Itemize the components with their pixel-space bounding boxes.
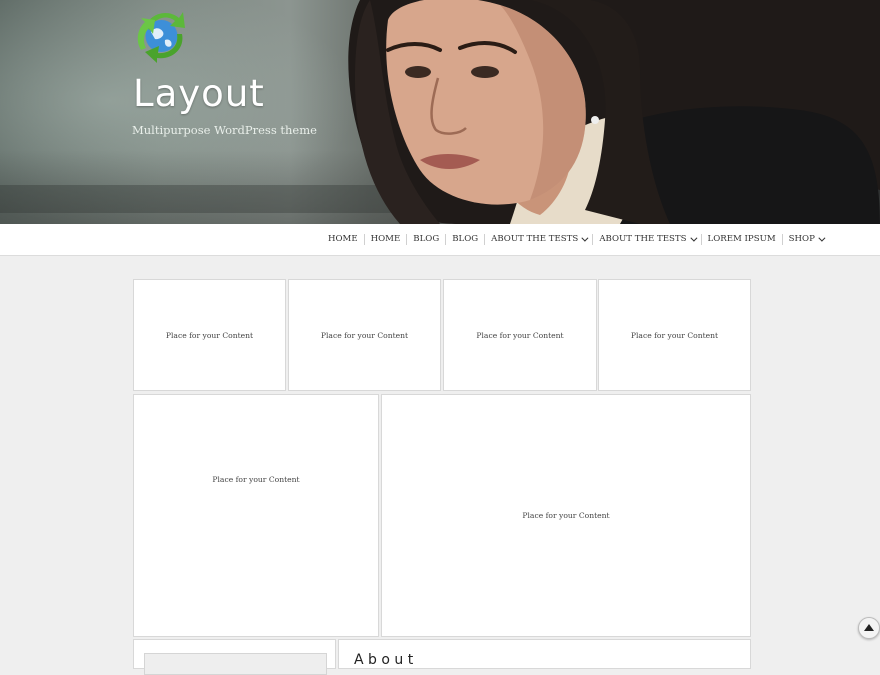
nav-item-label: ABOUT THE TESTS — [491, 234, 579, 244]
nav-item-home[interactable]: HOME — [322, 234, 364, 245]
nav-item-home[interactable]: HOME — [363, 234, 407, 245]
site-title[interactable]: Layout — [133, 72, 265, 115]
nav-item-blog[interactable]: BLOG — [445, 234, 484, 245]
content-box: Place for your Content — [381, 394, 751, 637]
nav-item-label: SHOP — [788, 234, 815, 244]
nav-item-label: BLOG — [413, 234, 440, 244]
chevron-down-icon — [581, 234, 589, 242]
nav-item-about-the-tests[interactable]: ABOUT THE TESTS — [484, 234, 592, 245]
nav-item-lorem-ipsum[interactable]: LOREM IPSUM — [700, 234, 782, 245]
content-placeholder-text: Place for your Content — [165, 330, 254, 340]
content-placeholder-text: Place for your Content — [320, 330, 409, 340]
content-box: Place for your Content — [443, 279, 597, 391]
header-banner: Layout Multipurpose WordPress theme — [0, 0, 880, 224]
nav-item-blog[interactable]: BLOG — [406, 234, 445, 245]
widget-title: A b o u t — [354, 652, 414, 668]
content-placeholder-text: Place for your Content — [630, 330, 719, 340]
content-box: Place for your Content — [288, 279, 441, 391]
content-placeholder-text: Place for your Content — [212, 475, 300, 484]
content-placeholder-text: Place for your Content — [522, 511, 610, 520]
content-placeholder-text: Place for your Content — [476, 330, 564, 340]
content-box: Place for your Content — [133, 394, 379, 637]
nav-item-label: BLOG — [452, 234, 479, 244]
content-box: Place for your Content — [598, 279, 751, 391]
nav-item-shop[interactable]: SHOP — [781, 234, 829, 245]
chevron-down-icon — [689, 234, 697, 242]
main-navigation: HOME HOME BLOG BLOG ABOUT THE TESTS ABOU… — [0, 224, 880, 256]
about-widget: A b o u t — [338, 639, 751, 669]
content-box: Place for your Content — [133, 279, 286, 391]
nav-menu: HOME HOME BLOG BLOG ABOUT THE TESTS ABOU… — [322, 224, 829, 255]
chevron-down-icon — [818, 234, 826, 242]
header-portrait-image — [348, 0, 880, 224]
search-input[interactable] — [144, 653, 327, 675]
nav-item-about-the-tests[interactable]: ABOUT THE TESTS — [592, 234, 700, 245]
nav-item-label: ABOUT THE TESTS — [599, 234, 687, 244]
site-tagline: Multipurpose WordPress theme — [132, 123, 317, 137]
arrow-up-icon — [864, 623, 874, 631]
nav-item-label: LOREM IPSUM — [707, 234, 776, 244]
sidebar-widget — [133, 639, 336, 675]
nav-item-label: HOME — [328, 234, 358, 244]
scroll-to-top-button[interactable] — [858, 617, 880, 639]
nav-item-label: HOME — [370, 234, 401, 244]
recycle-globe-icon[interactable] — [133, 6, 190, 63]
